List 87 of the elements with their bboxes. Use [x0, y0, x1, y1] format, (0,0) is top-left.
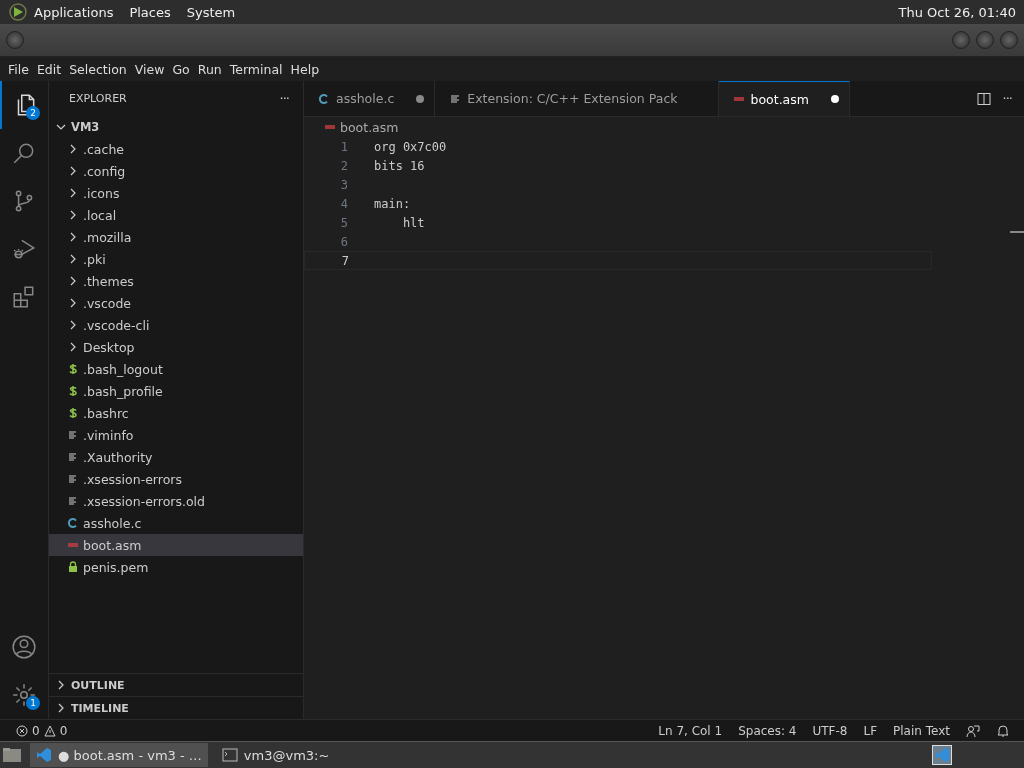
- tree-item[interactable]: asshole.c: [49, 512, 303, 534]
- tree-item[interactable]: .mozilla: [49, 226, 303, 248]
- taskbar-button[interactable]: vm3@vm3:~: [215, 743, 380, 767]
- folder-header[interactable]: VM3: [49, 116, 303, 138]
- c-letter-icon: [318, 92, 330, 105]
- line-number: 2: [339, 158, 349, 173]
- menu-item[interactable]: Run: [193, 61, 226, 77]
- unsaved-dot: [416, 94, 425, 103]
- tree-item[interactable]: .bash_logout: [49, 358, 303, 380]
- editor-tab[interactable]: Extension: C/C++ Extension Pack: [435, 81, 719, 116]
- tree-item[interactable]: .local: [49, 204, 303, 226]
- play-logo-icon[interactable]: [8, 2, 28, 22]
- status-item[interactable]: LF: [863, 723, 878, 738]
- taskbar-button[interactable]: ● boot.asm - vm3 - …: [30, 743, 208, 767]
- tree-item[interactable]: .bash_profile: [49, 380, 303, 402]
- dollar-icon: [67, 385, 79, 397]
- tree-item[interactable]: .vscode-cli: [49, 314, 303, 336]
- menu-item[interactable]: Terminal: [225, 61, 287, 77]
- line-number: 4: [339, 196, 349, 211]
- menu-item[interactable]: Help: [286, 61, 324, 77]
- window-menu-button[interactable]: [6, 31, 24, 49]
- workspace-switcher-icon[interactable]: [932, 745, 952, 765]
- code-editor-icon: [36, 747, 52, 763]
- tree-item[interactable]: .icons: [49, 182, 303, 204]
- tree-item[interactable]: .themes: [49, 270, 303, 292]
- unsaved-dot: [830, 95, 839, 103]
- breadcrumb[interactable]: boot.asm: [340, 119, 399, 135]
- line-number: 7: [340, 253, 350, 268]
- tree-item[interactable]: penis.pem: [49, 556, 303, 578]
- activity-button[interactable]: 1: [0, 671, 48, 719]
- more-actions-button[interactable]: ···: [279, 91, 289, 106]
- line-number: 3: [339, 177, 349, 192]
- account-icon: [11, 634, 37, 660]
- status-item[interactable]: Spaces: 4: [738, 723, 797, 738]
- folder-icon[interactable]: [2, 747, 22, 763]
- tree-item[interactable]: .cache: [49, 138, 303, 160]
- tree-item[interactable]: boot.asm: [49, 534, 303, 556]
- status-item[interactable]: UTF-8: [812, 723, 848, 738]
- tree-item[interactable]: .viminfo: [49, 424, 303, 446]
- menu-item[interactable]: View: [130, 61, 169, 77]
- explorer-title: EXPLORER: [69, 92, 127, 105]
- status-item[interactable]: Plain Text: [893, 723, 950, 738]
- menu-item[interactable]: File: [4, 61, 33, 77]
- code-line: org 0x7c00: [374, 139, 447, 154]
- bell-icon[interactable]: [996, 723, 1010, 738]
- dollar-icon: [67, 363, 79, 375]
- panel-menu[interactable]: Places: [129, 4, 171, 20]
- lock-icon: [67, 561, 79, 573]
- warning-icon: [43, 724, 56, 737]
- more-actions-button[interactable]: ···: [1002, 91, 1012, 106]
- section-header[interactable]: OUTLINE: [49, 673, 303, 696]
- minimize-button[interactable]: [952, 31, 970, 49]
- tree-item[interactable]: .pki: [49, 248, 303, 270]
- line-number: 1: [339, 139, 349, 154]
- panel-menu[interactable]: System: [186, 4, 236, 20]
- tree-item[interactable]: .vscode: [49, 292, 303, 314]
- tree-item[interactable]: .xsession-errors: [49, 468, 303, 490]
- menu-item[interactable]: Go: [168, 61, 194, 77]
- c-letter-icon: [67, 517, 79, 529]
- editor-tab[interactable]: asshole.c: [304, 81, 436, 116]
- maximize-button[interactable]: [976, 31, 994, 49]
- menu-item[interactable]: Edit: [32, 61, 66, 77]
- split-editor-icon[interactable]: [976, 91, 991, 106]
- feedback-icon[interactable]: [966, 723, 980, 738]
- tree-item[interactable]: .xsession-errors.old: [49, 490, 303, 512]
- panel-menu[interactable]: Applications: [34, 4, 114, 20]
- terminal-icon: [221, 747, 238, 763]
- code-line: bits 16: [374, 158, 425, 173]
- tree-item[interactable]: .bashrc: [49, 402, 303, 424]
- count-badge: 2: [26, 106, 40, 120]
- warning-count[interactable]: 0: [59, 723, 68, 738]
- tree-item[interactable]: .config: [49, 160, 303, 182]
- line-number: 5: [339, 215, 349, 230]
- close-button[interactable]: [1000, 31, 1018, 49]
- status-item[interactable]: Ln 7, Col 1: [658, 723, 723, 738]
- tree-item[interactable]: .Xauthority: [49, 446, 303, 468]
- line-number: 6: [339, 234, 349, 249]
- count-badge: 1: [26, 696, 40, 710]
- dollar-icon: [67, 407, 79, 419]
- menu-item[interactable]: Selection: [65, 61, 131, 77]
- code-line: hlt: [401, 215, 425, 230]
- clock[interactable]: Thu Oct 26, 01:40: [898, 4, 1016, 20]
- error-icon: [16, 724, 28, 737]
- editor-tab[interactable]: boot.asm: [718, 81, 850, 116]
- code-line: main:: [374, 196, 411, 211]
- tree-item[interactable]: Desktop: [49, 336, 303, 358]
- error-count[interactable]: 0: [32, 723, 40, 738]
